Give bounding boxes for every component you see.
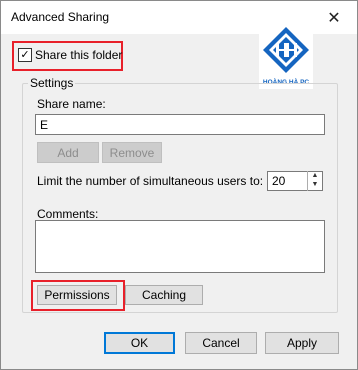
window-title: Advanced Sharing xyxy=(11,10,110,24)
share-folder-checkbox[interactable]: ✓ xyxy=(18,48,32,62)
spin-down-icon[interactable]: ▼ xyxy=(308,180,322,189)
share-name-input[interactable] xyxy=(35,114,325,135)
ok-button[interactable]: OK xyxy=(104,332,175,354)
logo-emblem-icon: HOÀNG HÀ PC xyxy=(263,27,309,86)
limit-users-spinner[interactable]: ▲ ▼ xyxy=(307,171,322,191)
add-button[interactable]: Add xyxy=(37,142,99,163)
cancel-button[interactable]: Cancel xyxy=(185,332,257,354)
permissions-button[interactable]: Permissions xyxy=(37,285,117,305)
share-name-label: Share name: xyxy=(37,97,106,111)
remove-button[interactable]: Remove xyxy=(102,142,162,163)
limit-users-label: Limit the number of simultaneous users t… xyxy=(37,174,264,188)
advanced-sharing-dialog: Advanced Sharing ✕ ✓ Share this folder H… xyxy=(0,0,358,370)
comments-label: Comments: xyxy=(37,207,99,221)
hoang-ha-pc-logo: HOÀNG HÀ PC xyxy=(259,25,313,89)
comments-textarea[interactable] xyxy=(35,220,325,273)
close-icon[interactable]: ✕ xyxy=(311,1,357,34)
apply-button[interactable]: Apply xyxy=(265,332,339,354)
share-folder-label[interactable]: Share this folder xyxy=(35,48,122,62)
checkmark-icon: ✓ xyxy=(20,49,30,61)
caching-button[interactable]: Caching xyxy=(125,285,203,305)
spin-up-icon[interactable]: ▲ xyxy=(308,171,322,180)
settings-legend: Settings xyxy=(28,76,76,90)
